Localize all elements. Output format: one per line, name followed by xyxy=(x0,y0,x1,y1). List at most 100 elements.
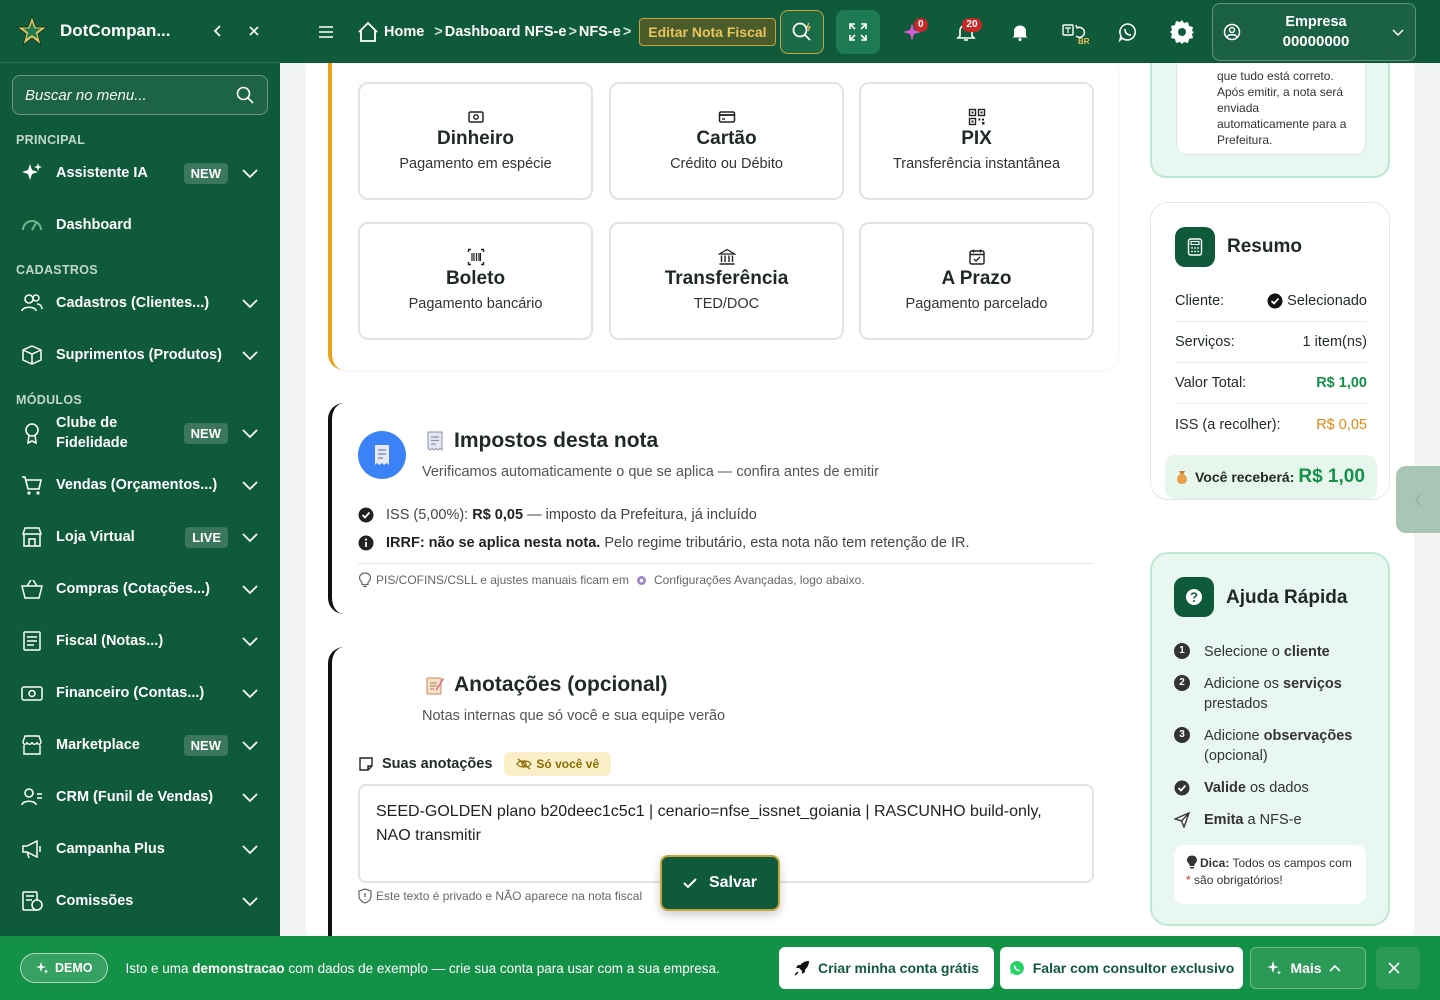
chevron-down-icon xyxy=(242,845,258,855)
summary-row-value: 1 item(ns) xyxy=(1302,334,1367,350)
payment-option-subtitle: Pagamento bancário xyxy=(408,296,543,312)
close-banner-button[interactable] xyxy=(1376,947,1420,989)
fullscreen-button[interactable] xyxy=(835,9,880,54)
send-icon xyxy=(1174,812,1190,828)
notes-hint-text: Este texto é privado e NÃO aparece na no… xyxy=(376,889,643,903)
step-text-end: a NFS-e xyxy=(1243,812,1302,828)
demo-message: Isto e uma demonstracao com dados de exe… xyxy=(126,961,720,976)
sidebar-item-label: Loja Virtual xyxy=(56,529,135,545)
sidebar-item-marketplace[interactable]: Marketplace NEW xyxy=(0,719,280,771)
whatsapp-button[interactable] xyxy=(1106,10,1150,54)
lightbulb-icon xyxy=(358,572,372,588)
tip-label: Dica: xyxy=(1200,856,1230,870)
payment-option-dinheiro[interactable]: Dinheiro Pagamento em espécie xyxy=(358,82,593,200)
collapse-sidebar-button[interactable] xyxy=(206,19,230,43)
tax-hint: PIS/COFINS/CSLL e ajustes manuais ficam … xyxy=(358,572,865,588)
payment-method-card: Dinheiro Pagamento em espécie Cartão Cré… xyxy=(328,63,1118,370)
step-bold: observações xyxy=(1263,728,1353,744)
create-account-button[interactable]: Criar minha conta grátis xyxy=(779,947,994,989)
notes-title-text: Anotações (opcional) xyxy=(454,673,668,696)
more-options-button[interactable]: Mais xyxy=(1250,947,1366,989)
live-badge: LIVE xyxy=(185,526,228,548)
home-icon xyxy=(358,21,378,42)
settings-button[interactable] xyxy=(1160,10,1204,54)
card-icon xyxy=(718,111,735,123)
step-text: Adicione os xyxy=(1204,676,1283,692)
help-tip: Dica: Todos os campos com * são obrigató… xyxy=(1174,845,1366,904)
sidebar-item-clube-fidelidade[interactable]: Clube de Fidelidade NEW xyxy=(0,407,280,459)
breadcrumb-item-dashboard-nfse[interactable]: Dashboard NFS-e xyxy=(445,24,567,40)
payment-option-cartao[interactable]: Cartão Crédito ou Débito xyxy=(609,82,844,200)
breadcrumb-home[interactable]: Home xyxy=(356,20,424,44)
sidebar-item-dashboard[interactable]: Dashboard xyxy=(0,199,280,251)
payment-option-title: PIX xyxy=(961,128,992,149)
sidebar-item-loja-virtual[interactable]: Loja Virtual LIVE xyxy=(0,511,280,563)
step-text-end: prestados xyxy=(1204,696,1268,712)
close-sidebar-button[interactable] xyxy=(242,19,266,43)
alerts-button[interactable] xyxy=(998,10,1042,54)
sidebar-item-label: Comissões xyxy=(56,893,134,909)
payment-option-subtitle: Transferência instantânea xyxy=(892,156,1061,172)
sidebar-item-assistente-ia[interactable]: Assistente IA NEW xyxy=(0,147,280,199)
check-circle-icon xyxy=(358,507,374,523)
payment-option-subtitle: Pagamento em espécie xyxy=(399,156,552,172)
notifications-button[interactable]: 20 xyxy=(944,10,988,54)
ai-sparkle-button[interactable]: 0 xyxy=(890,10,934,54)
iss-label: ISS (5,00%): xyxy=(386,507,469,523)
demo-badge: DEMO xyxy=(20,953,108,983)
language-button[interactable]: BR xyxy=(1052,10,1096,54)
hamburger-menu-icon[interactable] xyxy=(314,20,338,44)
search-icon[interactable] xyxy=(235,85,255,105)
question-circle-icon xyxy=(1186,589,1202,605)
expand-icon xyxy=(848,22,867,41)
sidebar-item-comissoes[interactable]: Comissões xyxy=(0,875,280,927)
sidebar-item-vendas[interactable]: Vendas (Orçamentos...) xyxy=(0,459,280,511)
payment-option-pix[interactable]: PIX Transferência instantânea xyxy=(859,82,1094,200)
topbar: Home > Dashboard NFS-e > NFS-e > Editar … xyxy=(280,0,1440,63)
sidebar-item-campanha-plus[interactable]: Campanha Plus xyxy=(0,823,280,875)
sidebar-header: DotCompan... xyxy=(0,0,280,63)
tip-text: Todos os campos com xyxy=(1232,856,1352,870)
sidebar-item-compras[interactable]: Compras (Cotações...) xyxy=(0,563,280,615)
sidebar-item-crm[interactable]: CRM (Funil de Vendas) xyxy=(0,771,280,823)
company-selector[interactable]: Empresa 00000000 xyxy=(1212,3,1416,61)
main-content: Dinheiro Pagamento em espécie Cartão Cré… xyxy=(280,63,1440,936)
section-cadastros: CADASTROS xyxy=(16,263,98,277)
bell-filled-icon xyxy=(1012,25,1028,41)
global-search-button[interactable] xyxy=(779,9,824,54)
talk-to-consultant-button[interactable]: Falar com consultor exclusivo xyxy=(1000,947,1243,989)
payment-option-title: A Prazo xyxy=(941,268,1012,289)
sidebar-item-cadastros[interactable]: Cadastros (Clientes...) xyxy=(0,277,280,329)
iss-value: R$ 0,05 xyxy=(472,507,524,523)
sidebar-item-fiscal[interactable]: Fiscal (Notas...) xyxy=(0,615,280,667)
money-bag-icon xyxy=(1177,471,1187,484)
sidebar-item-suprimentos[interactable]: Suprimentos (Produtos) xyxy=(0,329,280,381)
save-button[interactable]: Salvar xyxy=(660,855,780,911)
rocket-icon xyxy=(794,961,809,976)
receive-label: Você receberá: xyxy=(1195,469,1295,485)
shop-icon xyxy=(22,735,42,755)
save-button-label: Salvar xyxy=(708,874,758,891)
payment-option-boleto[interactable]: Boleto Pagamento bancário xyxy=(358,222,593,340)
qr-icon xyxy=(968,108,985,126)
sidebar-search xyxy=(12,75,268,115)
payment-option-a-prazo[interactable]: A Prazo Pagamento parcelado xyxy=(859,222,1094,340)
talk-consultant-label: Falar com consultor exclusivo xyxy=(1032,960,1235,976)
sidebar: DotCompan... PRINCIPAL Assistente IA NEW… xyxy=(0,0,280,1000)
demo-banner: DEMO Isto e uma demonstracao com dados d… xyxy=(0,936,1440,1000)
money-icon xyxy=(21,686,43,701)
step-number: 2 xyxy=(1174,675,1190,691)
side-panel-toggle[interactable] xyxy=(1396,466,1440,533)
sidebar-search-input[interactable] xyxy=(25,86,235,104)
summary-row-iss: ISS (a recolher): R$ 0,05 xyxy=(1175,404,1367,445)
summary-row-value: R$ 0,05 xyxy=(1316,416,1367,433)
help-step-2: 2 Adicione os serviços prestados xyxy=(1174,674,1364,714)
whatsapp-icon xyxy=(1118,22,1136,42)
summary-row-label: Valor Total: xyxy=(1175,375,1247,391)
payment-option-transferencia[interactable]: Transferência TED/DOC xyxy=(609,222,844,340)
payment-option-subtitle: TED/DOC xyxy=(693,296,760,312)
sidebar-item-financeiro[interactable]: Financeiro (Contas...) xyxy=(0,667,280,719)
ai-count-badge: 0 xyxy=(913,17,928,32)
step-text-end: (opcional) xyxy=(1204,748,1268,764)
breadcrumb-item-nfse[interactable]: NFS-e xyxy=(579,24,621,40)
